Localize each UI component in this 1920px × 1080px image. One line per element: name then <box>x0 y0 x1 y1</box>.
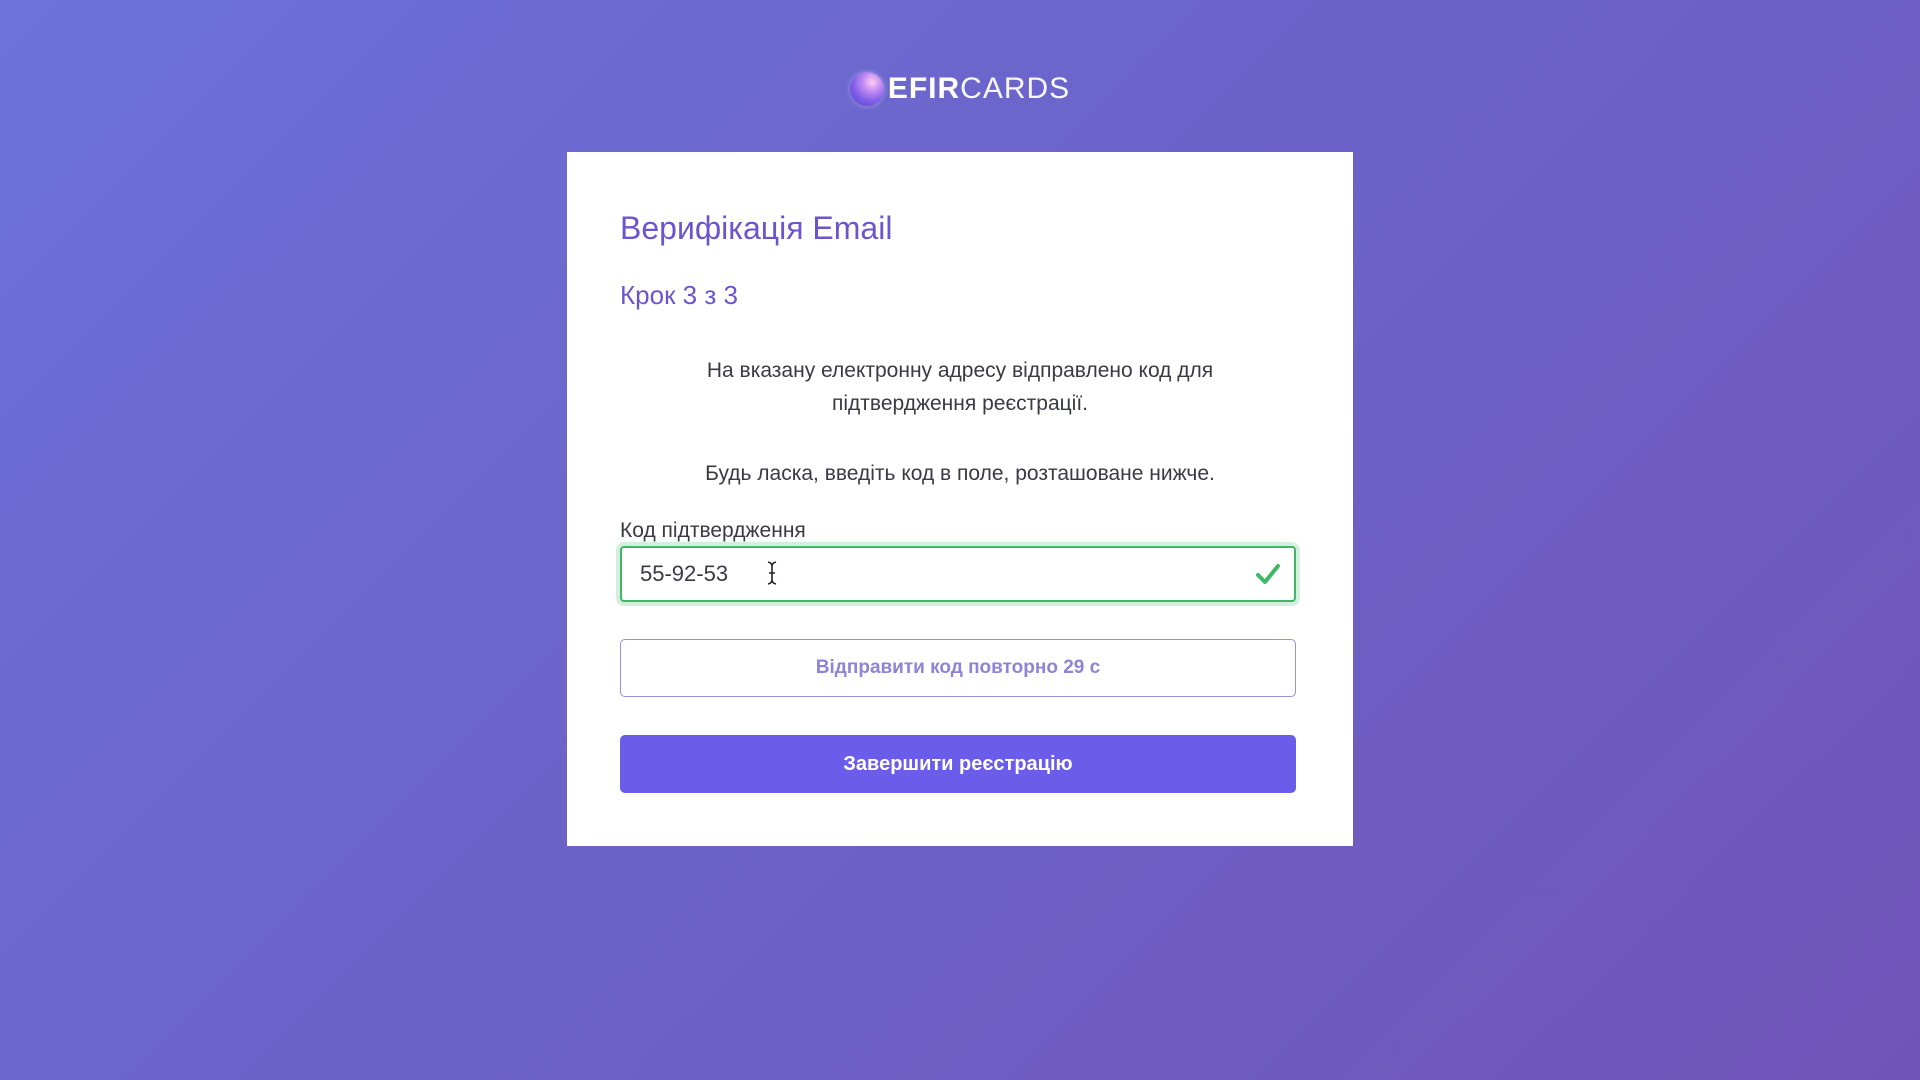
logo-text-strong: EFIR <box>887 72 961 105</box>
step-indicator: Крок 3 з 3 <box>620 280 738 310</box>
resend-code-button[interactable]: Відправити код повторно 29 с <box>620 639 1296 697</box>
verification-card: Верифікація Email Крок 3 з 3 На вказану … <box>567 152 1353 846</box>
instruction-text: Будь ласка, введіть код в поле, розташов… <box>705 462 1215 485</box>
check-icon <box>1256 564 1280 584</box>
code-field-wrapper <box>620 546 1296 602</box>
page-title: Верифікація Email <box>620 210 893 246</box>
brand-logo: EFIRCARDS <box>0 72 1920 106</box>
complete-registration-button[interactable]: Завершити реєстрацію <box>620 735 1296 793</box>
description-line-2: підтвердження реєстрації. <box>832 392 1088 415</box>
description-text: На вказану електронну адресу відправлено… <box>620 354 1300 420</box>
code-field-label: Код підтвердження <box>620 519 806 542</box>
logo-orb-icon <box>849 72 884 106</box>
verification-code-input[interactable] <box>622 547 1242 601</box>
text-cursor-icon <box>767 561 777 585</box>
logo-text-light: CARDS <box>960 72 1071 105</box>
description-line-1: На вказану електронну адресу відправлено… <box>706 359 1214 382</box>
logo-text: EFIRCARDS <box>888 72 1070 106</box>
